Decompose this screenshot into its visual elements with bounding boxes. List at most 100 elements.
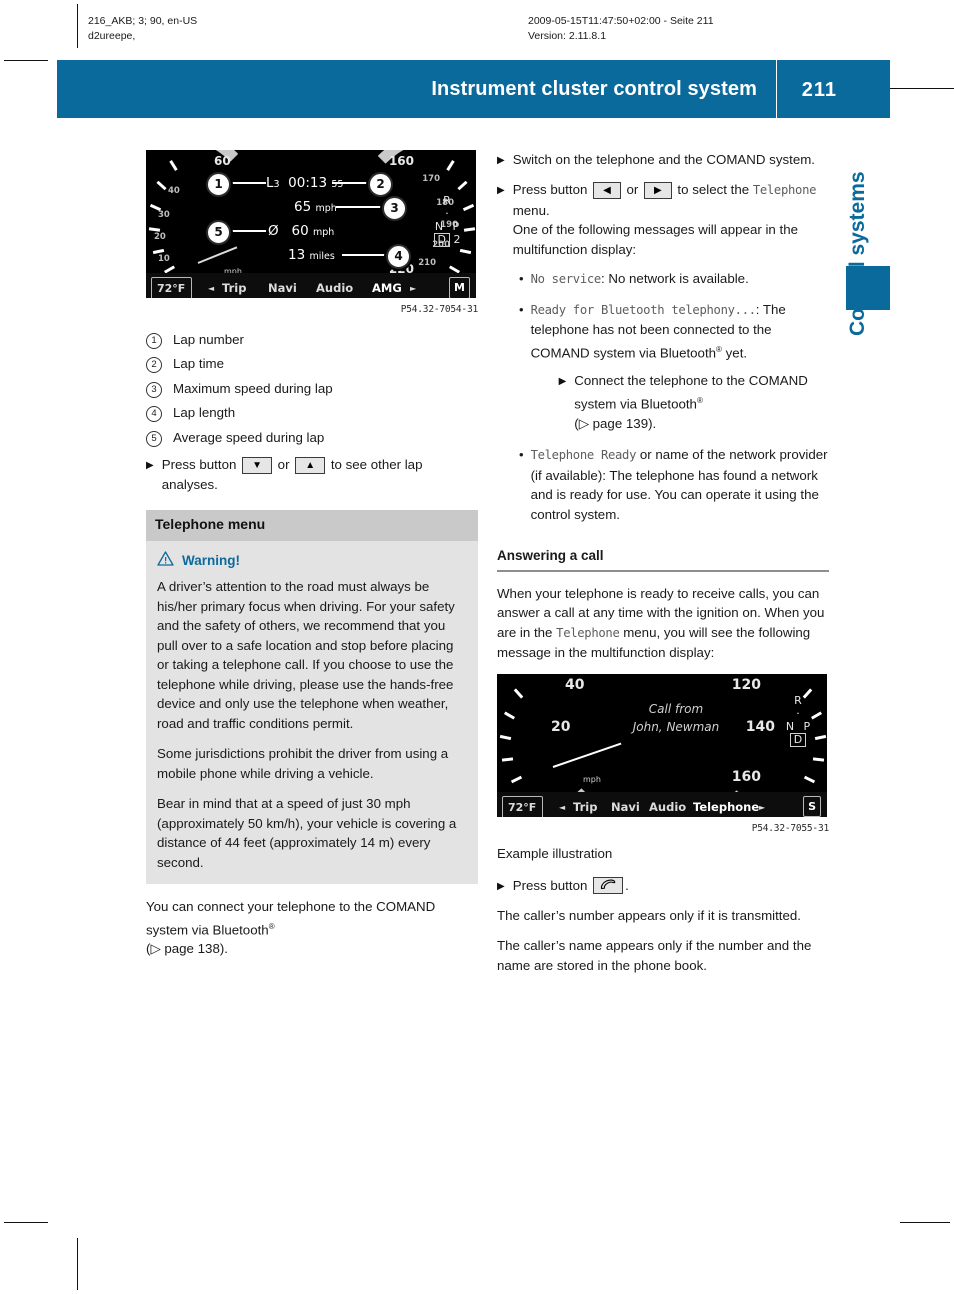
outside-temperature: 72°F [502, 795, 544, 817]
button-down-key[interactable]: ▼ [242, 457, 272, 474]
gear-d-mode: D 2 [424, 233, 470, 247]
instrument-cluster-call-display: 40 120 20 140 160 Call from John, Newman… [497, 673, 827, 817]
gear-n-p: N P [785, 719, 811, 733]
legend-item: 5 Average speed during lap [146, 428, 478, 448]
step-text: Press button . [512, 876, 629, 894]
transmission-mode-badge: S [803, 795, 821, 817]
legend-text: Lap length [173, 405, 236, 420]
callout-leader [332, 182, 372, 184]
gear-n-p: N P [434, 220, 460, 233]
legend-number: 1 [146, 332, 162, 349]
reference-arrow-icon: ▷ [150, 941, 161, 957]
step-text: Press button ▼ or ▲ to see other lap ana… [161, 457, 423, 492]
menu-item-audio: Audio [649, 799, 687, 814]
menu-item-telephone: Telephone [693, 799, 760, 814]
menu-item-navi: Navi [268, 281, 297, 295]
callout-leader [230, 182, 266, 184]
average-symbol: Ø [268, 223, 279, 239]
figure-caption: Example illustration [497, 846, 613, 862]
page-title: Instrument cluster control system [431, 78, 757, 100]
intro-paragraph: When your telephone is ready to receive … [497, 585, 825, 661]
button-left-key[interactable]: ◀ [593, 182, 621, 199]
page-title-banner: Instrument cluster control system 211 [57, 60, 890, 118]
gear-d: D [775, 732, 821, 747]
dial-number: 170 [422, 174, 440, 184]
warning-label: Warning! [182, 553, 240, 568]
step-arrow-icon: ▶ [497, 185, 505, 196]
print-header-middle: 2009-05-15T11:47:50+02:00 - Seite 211 Ve… [528, 14, 714, 44]
incoming-call-text: Call from John, Newman [601, 700, 751, 736]
step-select-telephone-menu: ▶ Press button ◀ or ▶ to select the Tele… [497, 180, 829, 259]
menu-item-audio: Audio [316, 281, 354, 295]
gear-r: R [443, 194, 451, 207]
instrument-cluster-lap-display: 60 160 170 180 190 200 210 220 30 20 10 … [146, 150, 476, 298]
step-arrow-icon: ▶ [558, 376, 567, 388]
lap-index: 3 [273, 179, 280, 190]
callout-leader [342, 254, 388, 256]
button-up-key[interactable]: ▲ [295, 457, 326, 474]
substep-text: Connect the telephone to the COMAND syst… [574, 373, 808, 431]
right-column: ▶ Switch on the telephone and the COMAND… [497, 150, 829, 986]
phone-handset-icon[interactable] [593, 876, 624, 894]
message-bullet-no-service: • No service: No network is available. [513, 269, 829, 290]
cluster-status-bar: 72°F ◄ Trip Navi Audio Telephone ► S [497, 791, 827, 817]
menu-item-trip: Trip [222, 281, 247, 295]
step-switch-on: ▶ Switch on the telephone and the COMAND… [497, 150, 829, 170]
step-note: One of the following messages will appea… [512, 222, 799, 257]
warning-paragraph: Bear in mind that at a speed of just 30 … [157, 796, 457, 870]
warning-box: Warning! A driver’s attention to the roa… [146, 540, 478, 884]
callout-3: 3 [382, 196, 407, 221]
gear-indicator: R · N P D 2 [424, 194, 470, 247]
legend-item: 1 Lap number [146, 330, 478, 350]
display-text-telephone-ready: Telephone Ready [530, 448, 637, 463]
bullet-dot-icon: • [519, 301, 524, 317]
display-text-no-service: No service [530, 272, 602, 286]
legend-item: 2 Lap time [146, 354, 478, 374]
print-header: 216_AKB; 3; 90, en-US d2ureepe, 2009-05-… [88, 14, 884, 60]
crop-mark-top-left-vertical [77, 4, 78, 48]
lap-time-value: 00:13 [288, 175, 328, 191]
page-reference: (▷ page 138). [146, 941, 228, 957]
dial-number: 20 [551, 718, 571, 735]
menu-item-amg: AMG [372, 281, 402, 295]
display-text-telephone: Telephone [752, 183, 817, 197]
print-header-document-id: 216_AKB; 3; 90, en-US [88, 15, 198, 27]
message-text: Telephone Ready or name of the network p… [530, 447, 828, 522]
page-reference: (▷ page 139). [574, 415, 657, 431]
call-from-label: Call from [648, 701, 704, 716]
reference-arrow-icon: ▷ [578, 415, 589, 431]
dial-number: 160 [731, 768, 761, 785]
crop-mark-bottom-left-vertical [77, 1238, 78, 1290]
outside-temperature: 72°F [151, 277, 193, 298]
crop-mark-bottom-right-horizontal [900, 1222, 950, 1223]
bullet-dot-icon: • [519, 447, 524, 463]
dial-number: 60 [214, 154, 231, 168]
mph-label: mph [583, 774, 601, 784]
menu-item-navi: Navi [611, 799, 640, 814]
banner-divider [776, 60, 777, 118]
warning-paragraph: A driver’s attention to the road must al… [157, 579, 455, 731]
figure-code-call: P54.32-7055-31 [751, 822, 829, 834]
page-number: 211 [801, 79, 837, 101]
gear-r: R [794, 693, 802, 707]
lap-label: L [266, 175, 274, 191]
figure-incoming-call: 40 120 20 140 160 Call from John, Newman… [497, 673, 829, 839]
callout-leader [336, 206, 384, 208]
max-speed-unit: mph [315, 203, 337, 214]
legend-item: 4 Lap length [146, 403, 478, 423]
step-arrow-icon: ▶ [146, 460, 154, 471]
registered-mark: ® [268, 921, 275, 931]
figure-code-lap: P54.32-7054-31 [400, 304, 478, 315]
lap-number-readout: L3 00:13 55 [266, 174, 343, 195]
sub-heading-answering-a-call: Answering a call [497, 546, 829, 572]
legend-text: Lap time [173, 356, 224, 371]
warning-paragraph: Some jurisdictions prohibit the driver f… [157, 746, 449, 781]
figure-lap-analysis: 60 160 170 180 190 200 210 220 30 20 10 … [146, 150, 478, 320]
dial-number: 30 [158, 210, 170, 220]
print-header-timestamp: 2009-05-15T11:47:50+02:00 - Seite 211 [528, 15, 714, 27]
legend-text: Average speed during lap [173, 429, 325, 445]
closing-paragraph-bluetooth: You can connect your telephone to the CO… [146, 899, 436, 957]
message-bullet-ready-bluetooth: • Ready for Bluetooth telephony...: The … [513, 300, 829, 436]
button-right-key[interactable]: ▶ [644, 182, 672, 199]
message-text: Ready for Bluetooth telephony...: The te… [531, 300, 829, 436]
